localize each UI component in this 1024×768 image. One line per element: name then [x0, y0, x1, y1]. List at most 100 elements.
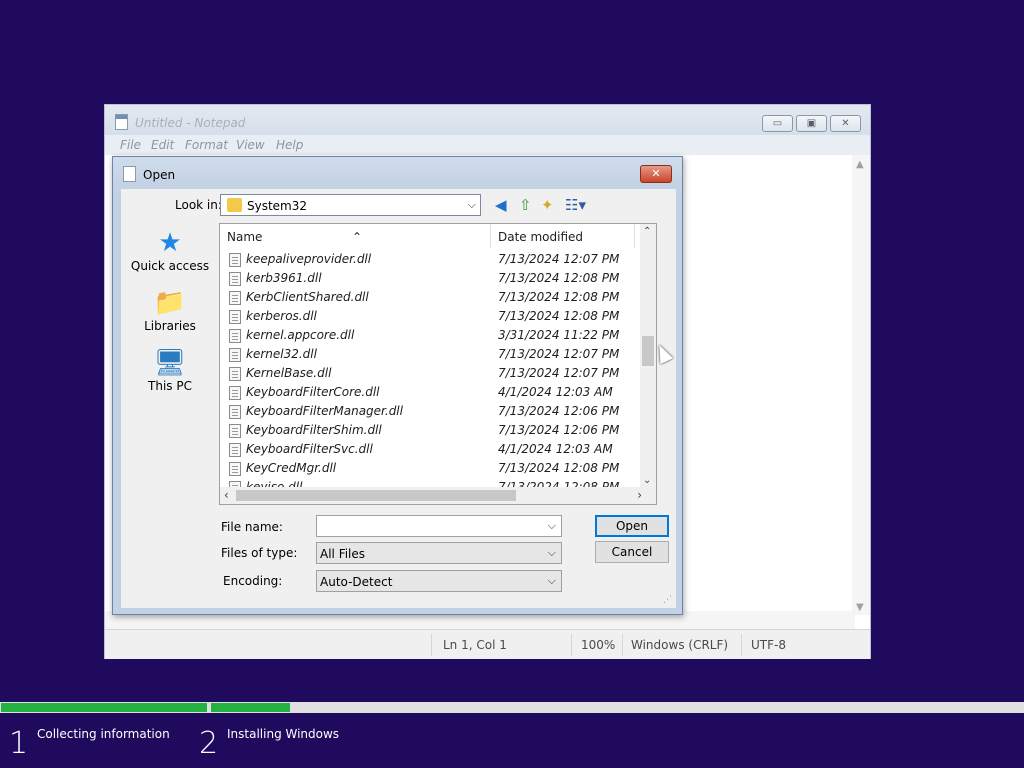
file-date: 4/1/2024 12:03 AM [498, 385, 613, 399]
file-row[interactable]: kerberos.dll7/13/2024 12:08 PMAp [220, 307, 656, 326]
menu-edit[interactable]: Edit [151, 138, 174, 152]
place-this-pc[interactable]: 🖥 This PC [129, 349, 211, 393]
restore-button[interactable]: ▣ [796, 115, 827, 132]
file-row[interactable]: KeyCredMgr.dll7/13/2024 12:08 PMAp [220, 459, 656, 478]
file-list-horizontal-scrollbar[interactable]: ‹ › [220, 487, 656, 504]
step-1-label: Collecting information [37, 727, 170, 741]
notepad-icon [115, 114, 128, 130]
dll-file-icon [229, 367, 241, 381]
file-name: KeyCredMgr.dll [246, 461, 337, 475]
status-zoom: 100% [581, 638, 616, 652]
file-date: 3/31/2024 11:22 PM [498, 328, 620, 342]
file-date: 7/13/2024 12:08 PM [498, 290, 620, 304]
file-date: 7/13/2024 12:08 PM [498, 309, 620, 323]
file-date: 7/13/2024 12:08 PM [498, 461, 620, 475]
chevron-down-icon: ⌵ [547, 574, 556, 587]
menu-view[interactable]: View [236, 138, 265, 152]
dll-file-icon [229, 405, 241, 419]
step-2-label: Installing Windows [227, 727, 340, 741]
encoding-dropdown[interactable]: Auto-Detect ⌵ [316, 570, 562, 592]
scroll-up-icon[interactable]: ⌃ [643, 226, 651, 237]
notepad-title: Untitled - Notepad [135, 116, 246, 130]
back-icon[interactable]: ◀ [495, 196, 507, 214]
places-bar: ★ Quick access 📁 Libraries 🖥 This PC [129, 227, 211, 527]
chevron-down-icon: ⌵ [547, 546, 556, 559]
scroll-up-icon[interactable]: ▲ [856, 159, 864, 170]
dll-file-icon [229, 386, 241, 400]
scroll-thumb[interactable] [236, 490, 516, 501]
file-name: KernelBase.dll [246, 366, 332, 380]
file-date: 4/1/2024 12:03 AM [498, 442, 613, 456]
file-name-input[interactable]: ⌵ [316, 515, 562, 537]
dialog-body: Look in: System32 ⌵ ◀ ⇧ ✦ ☷▾ ★ Quick acc… [121, 189, 676, 608]
setup-progress-bar [0, 702, 1024, 713]
dll-file-icon [229, 443, 241, 457]
file-name: kernel.appcore.dll [246, 328, 355, 342]
dialog-title-bar[interactable]: Open ✕ [113, 157, 682, 189]
status-position: Ln 1, Col 1 [443, 638, 507, 652]
file-row[interactable]: KeyboardFilterShim.dll 7/13/2024 12:06 PM… [220, 421, 656, 440]
minimize-button[interactable]: ▭ [762, 115, 793, 132]
file-row[interactable]: KeyboardFilterCore.dll4/1/2024 12:03 AMA… [220, 383, 656, 402]
file-row[interactable]: KerbClientShared.dll7/13/2024 12:08 PMAp [220, 288, 656, 307]
file-date: 7/13/2024 12:07 PM [498, 252, 620, 266]
status-line-ending: Windows (CRLF) [631, 638, 729, 652]
encoding-label: Encoding: [223, 574, 283, 588]
menu-help[interactable]: Help [276, 138, 303, 152]
look-in-dropdown[interactable]: System32 ⌵ [220, 194, 481, 216]
scroll-thumb[interactable] [642, 336, 654, 366]
dialog-close-button[interactable]: ✕ [640, 165, 672, 183]
libraries-icon: 📁 [153, 288, 187, 318]
place-quick-access[interactable]: ★ Quick access [129, 229, 211, 273]
file-name: KeyboardFilterShim.dll [246, 423, 382, 437]
scroll-left-icon[interactable]: ‹ [224, 488, 229, 502]
menu-file[interactable]: File [120, 138, 141, 152]
file-rows: keepaliveprovider.dll7/13/2024 12:07 PMA… [220, 250, 656, 497]
file-row[interactable]: kernel.appcore.dll3/31/2024 11:22 PMAp [220, 326, 656, 345]
dll-file-icon [229, 329, 241, 343]
dll-file-icon [229, 310, 241, 324]
look-in-label: Look in: [175, 198, 222, 212]
file-row[interactable]: kerb3961.dll7/13/2024 12:08 PMAp [220, 269, 656, 288]
look-in-value: System32 [247, 199, 308, 213]
up-folder-icon[interactable]: ⇧ [519, 196, 532, 214]
place-libraries[interactable]: 📁 Libraries [129, 289, 211, 333]
file-date: 7/13/2024 12:08 PM [498, 271, 620, 285]
menu-format[interactable]: Format [185, 138, 228, 152]
file-date: 7/13/2024 12:06 PM [498, 404, 620, 418]
dialog-icon [123, 166, 136, 182]
star-icon: ★ [158, 228, 182, 258]
dll-file-icon [229, 253, 241, 267]
dll-file-icon [229, 291, 241, 305]
dll-file-icon [229, 462, 241, 476]
file-row[interactable]: KeyboardFilterSvc.dll4/1/2024 12:03 AMAp [220, 440, 656, 459]
scroll-right-icon[interactable]: › [637, 488, 642, 502]
file-list-vertical-scrollbar[interactable]: ⌃ ⌄ [640, 224, 656, 488]
column-name[interactable]: Name [227, 230, 262, 244]
column-date-modified[interactable]: Date modified [498, 230, 583, 244]
file-row[interactable]: keepaliveprovider.dll7/13/2024 12:07 PMA… [220, 250, 656, 269]
this-pc-icon: 🖥 [153, 348, 187, 378]
open-button[interactable]: Open [595, 515, 669, 537]
file-row[interactable]: KernelBase.dll7/13/2024 12:07 PMAp [220, 364, 656, 383]
scroll-down-icon[interactable]: ⌄ [643, 475, 651, 486]
folder-icon [227, 198, 242, 212]
sort-indicator-icon: ⌃ [352, 230, 363, 244]
progress-segment-1 [1, 703, 207, 712]
file-row[interactable]: KeyboardFilterManager.dll 7/13/2024 12:06… [220, 402, 656, 421]
resize-grip-icon[interactable]: ⋰ [663, 595, 672, 605]
files-of-type-dropdown[interactable]: All Files ⌵ [316, 542, 562, 564]
chevron-down-icon: ⌵ [547, 519, 556, 532]
notepad-title-bar[interactable]: Untitled - Notepad ▭ ▣ ✕ [105, 105, 870, 135]
new-folder-icon[interactable]: ✦ [541, 196, 554, 214]
file-row[interactable]: kernel32.dll7/13/2024 12:07 PMAp [220, 345, 656, 364]
cancel-button[interactable]: Cancel [595, 541, 669, 563]
file-list[interactable]: ⌃ Name Date modified Ty keepaliveprovide… [219, 223, 657, 505]
file-name: KeyboardFilterSvc.dll [246, 442, 373, 456]
close-button[interactable]: ✕ [830, 115, 861, 132]
notepad-vertical-scrollbar[interactable]: ▲ ▼ [852, 155, 870, 615]
status-encoding: UTF-8 [751, 638, 786, 652]
scroll-down-icon[interactable]: ▼ [856, 602, 864, 613]
view-menu-icon[interactable]: ☷▾ [565, 196, 586, 214]
notepad-menu-bar: File Edit Format View Help [105, 135, 870, 155]
